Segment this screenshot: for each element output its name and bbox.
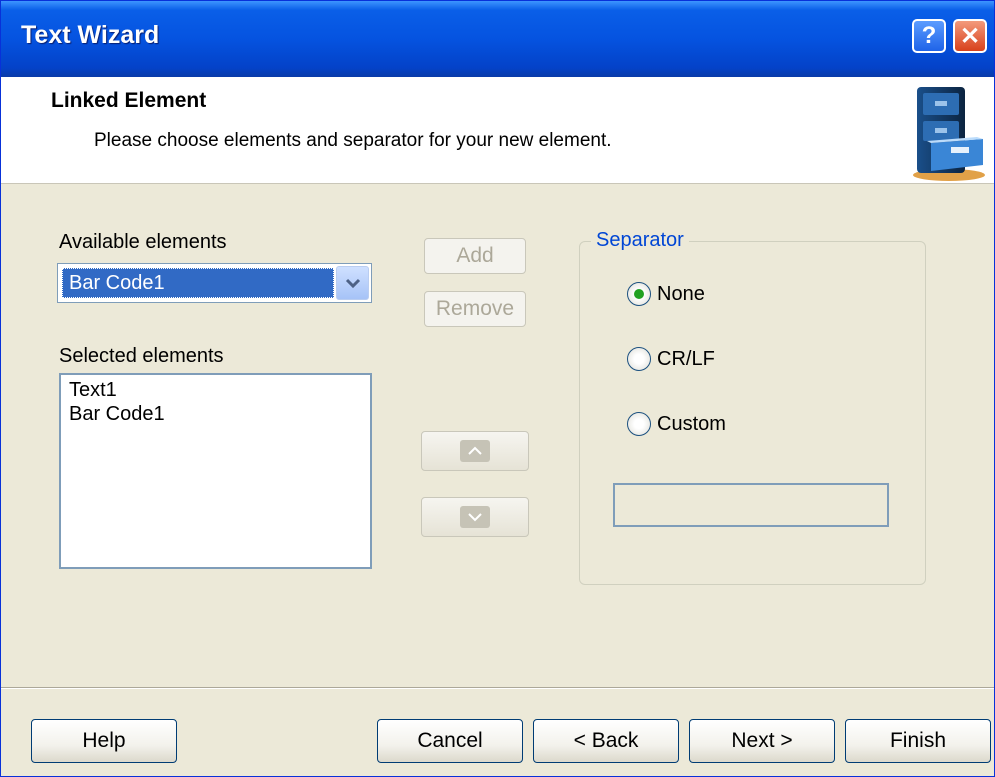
remove-button[interactable]: Remove: [424, 291, 526, 327]
cancel-button[interactable]: Cancel: [377, 719, 523, 763]
radio-none[interactable]: None: [627, 282, 705, 306]
chevron-up-icon: [460, 440, 490, 462]
radio-custom-label: Custom: [657, 412, 726, 435]
move-down-button[interactable]: [421, 497, 529, 537]
footer-divider: [1, 687, 994, 689]
radio-button-icon[interactable]: [627, 282, 651, 306]
available-elements-value: Bar Code1: [62, 268, 334, 298]
add-button[interactable]: Add: [424, 238, 526, 274]
help-icon[interactable]: ?: [912, 19, 946, 53]
text-wizard-dialog: Text Wizard ? ✕ Linked Element Please ch…: [0, 0, 995, 777]
chevron-down-icon: [460, 506, 490, 528]
radio-crlf-label: CR/LF: [657, 347, 715, 370]
move-up-button[interactable]: [421, 431, 529, 471]
page-subtitle: Please choose elements and separator for…: [94, 130, 612, 151]
radio-none-label: None: [657, 282, 705, 305]
radio-crlf[interactable]: CR/LF: [627, 347, 715, 371]
list-item[interactable]: Bar Code1: [69, 402, 370, 426]
separator-legend: Separator: [591, 229, 689, 252]
selected-elements-list[interactable]: Text1 Bar Code1: [59, 373, 372, 569]
radio-custom[interactable]: Custom: [627, 412, 726, 436]
close-icon[interactable]: ✕: [953, 19, 987, 53]
window-title: Text Wizard: [21, 21, 160, 49]
file-cabinet-icon: [913, 87, 985, 181]
back-button[interactable]: < Back: [533, 719, 679, 763]
radio-button-icon[interactable]: [627, 347, 651, 371]
custom-separator-input[interactable]: [613, 483, 889, 527]
next-button[interactable]: Next >: [689, 719, 835, 763]
radio-button-icon[interactable]: [627, 412, 651, 436]
available-elements-dropdown[interactable]: Bar Code1: [57, 263, 372, 303]
help-button[interactable]: Help: [31, 719, 177, 763]
wizard-header: Linked Element Please choose elements an…: [1, 77, 994, 184]
selected-elements-label: Selected elements: [59, 345, 224, 367]
available-elements-label: Available elements: [59, 231, 227, 253]
list-item[interactable]: Text1: [69, 378, 370, 402]
chevron-down-icon[interactable]: [336, 266, 369, 300]
page-title: Linked Element: [51, 89, 207, 112]
finish-button[interactable]: Finish: [845, 719, 991, 763]
title-bar[interactable]: Text Wizard ? ✕: [1, 1, 994, 77]
